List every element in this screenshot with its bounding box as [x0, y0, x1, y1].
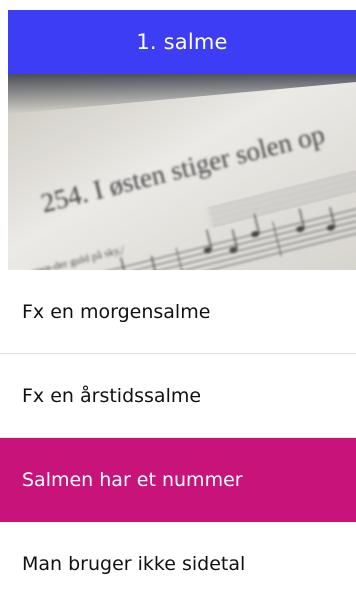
answer-list: Fx en morgensalme Fx en årstidssalme Sal…	[0, 270, 356, 603]
page-title: 1. salme	[136, 30, 228, 54]
answer-option-label: Fx en årstidssalme	[22, 384, 202, 407]
answer-option-1[interactable]: Fx en morgensalme	[0, 270, 356, 354]
answer-option-3[interactable]: Salmen har et nummer	[0, 438, 356, 522]
sheet-music-image: 254. I østen stiger solen op sprø-der gu…	[8, 74, 356, 270]
sheet-music-illustration: 254. I østen stiger solen op sprø-der gu…	[8, 74, 356, 270]
answer-option-label: Salmen har et nummer	[22, 468, 243, 491]
answer-option-2[interactable]: Fx en årstidssalme	[0, 354, 356, 438]
answer-option-4[interactable]: Man bruger ikke sidetal	[0, 522, 356, 603]
page-header: 1. salme	[8, 10, 356, 74]
app-frame: 1. salme 254. I østen stiger solen op sp…	[0, 0, 356, 603]
answer-option-label: Fx en morgensalme	[22, 300, 211, 323]
answer-option-label: Man bruger ikke sidetal	[22, 553, 246, 575]
